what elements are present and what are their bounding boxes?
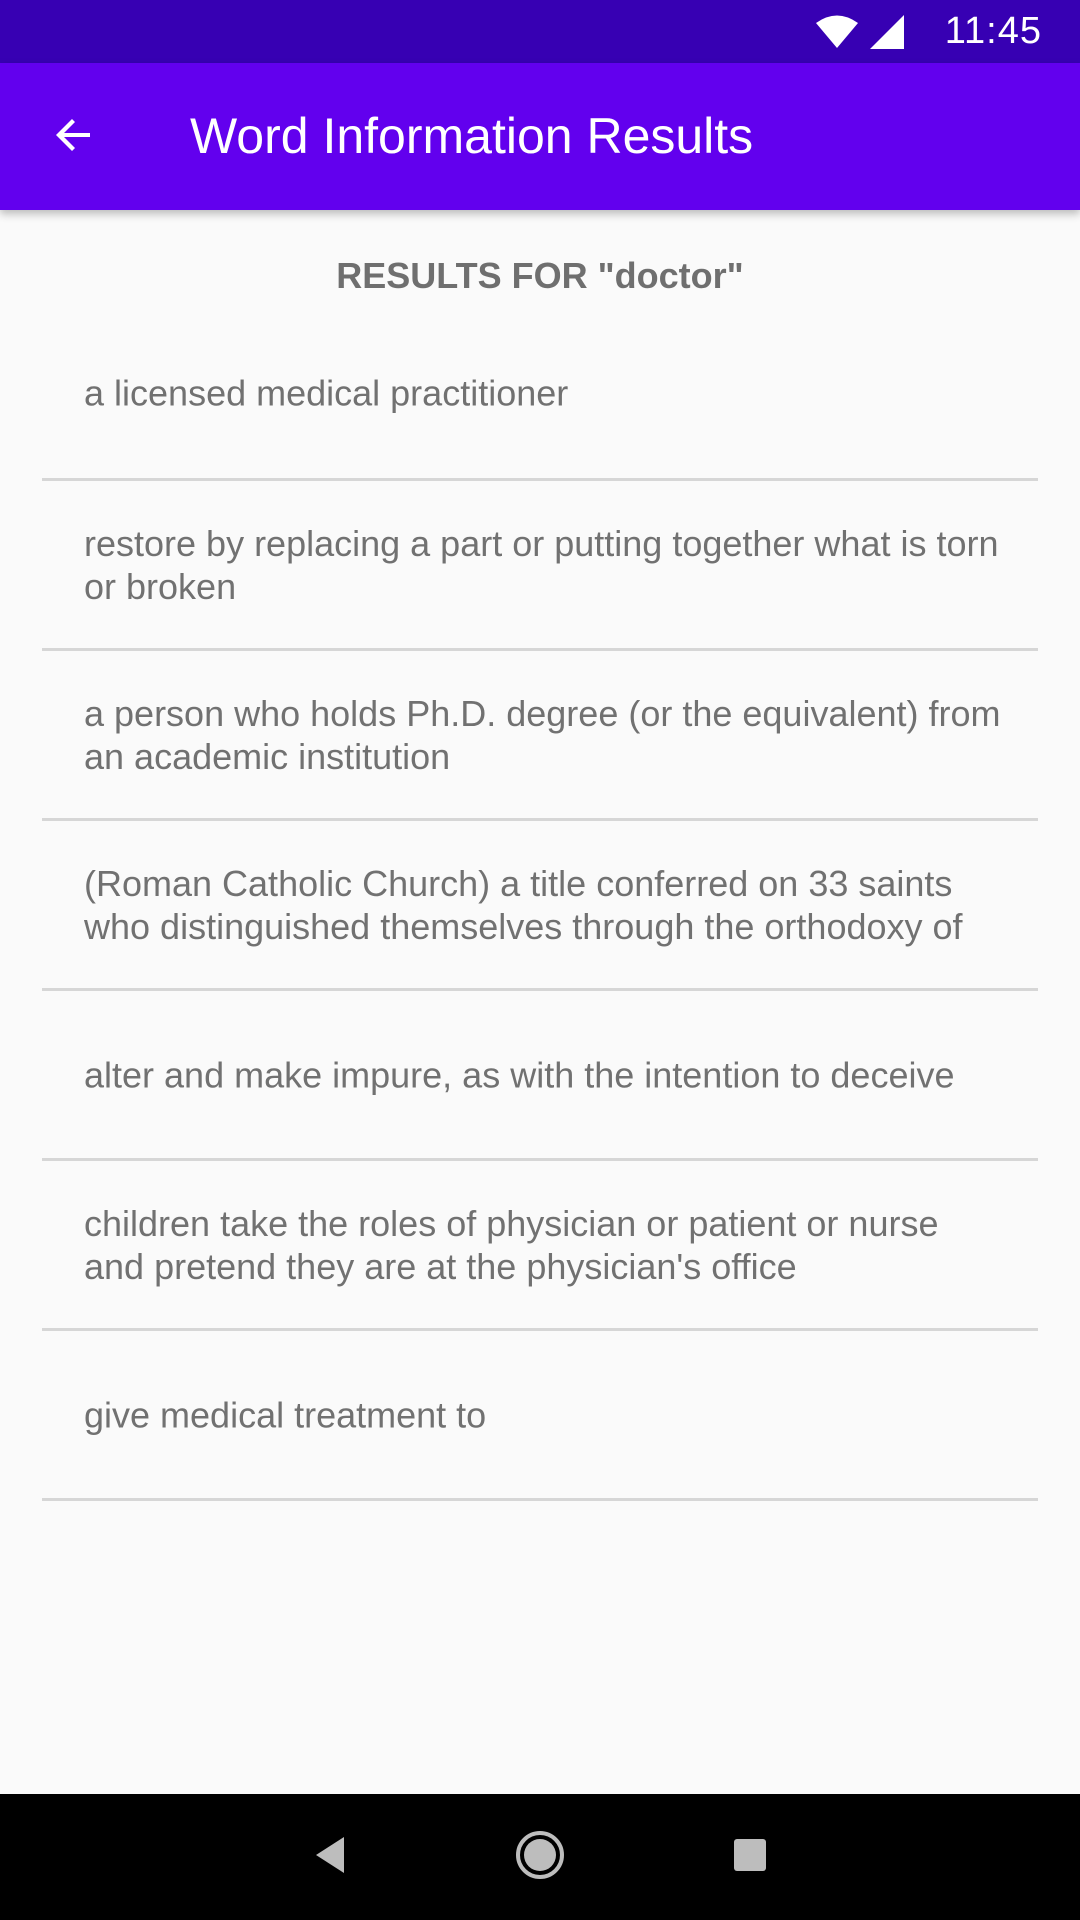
app-bar: Word Information Results <box>0 63 1080 210</box>
page-title: Word Information Results <box>190 108 754 164</box>
status-icons: 11:45 <box>815 0 1042 63</box>
list-item[interactable]: children take the roles of physician or … <box>42 1161 1038 1331</box>
list-item[interactable]: alter and make impure, as with the inten… <box>42 991 1038 1161</box>
signal-icon <box>869 14 905 50</box>
list-item[interactable]: give medical treatment to <box>42 1331 1038 1501</box>
back-button[interactable] <box>26 94 122 180</box>
definition-text: (Roman Catholic Church) a title conferre… <box>84 862 963 947</box>
nav-recents-button[interactable] <box>690 1794 810 1920</box>
definition-text: a person who holds Ph.D. degree (or the … <box>84 692 1001 777</box>
definition-text: give medical treatment to <box>84 1394 487 1435</box>
definition-text: children take the roles of physician or … <box>84 1202 939 1287</box>
list-item[interactable]: (Roman Catholic Church) a title conferre… <box>42 821 1038 991</box>
results-heading: RESULTS FOR "doctor" <box>336 255 744 296</box>
arrow-back-icon <box>50 111 98 164</box>
definition-text: restore by replacing a part or putting t… <box>84 522 999 607</box>
nav-recents-icon <box>732 1837 768 1878</box>
list-item[interactable]: a licensed medical practitioner <box>42 320 1038 481</box>
list-item[interactable]: a person who holds Ph.D. degree (or the … <box>42 651 1038 821</box>
wifi-icon <box>815 14 859 50</box>
status-clock: 11:45 <box>944 10 1042 52</box>
screen: 11:45 Word Information Results RESULTS F… <box>0 0 1080 1920</box>
nav-home-icon <box>514 1829 566 1886</box>
content[interactable]: RESULTS FOR "doctor" a licensed medical … <box>0 210 1080 1794</box>
definition-text: a licensed medical practitioner <box>84 372 569 414</box>
navigation-bar <box>0 1794 1080 1920</box>
list-item[interactable]: restore by replacing a part or putting t… <box>42 481 1038 651</box>
nav-home-button[interactable] <box>480 1794 600 1920</box>
nav-back-button[interactable] <box>270 1794 390 1920</box>
results-list[interactable]: a licensed medical practitioner restore … <box>42 320 1038 1501</box>
definition-text: alter and make impure, as with the inten… <box>84 1054 955 1095</box>
nav-back-icon <box>312 1835 348 1880</box>
status-bar: 11:45 <box>0 0 1080 63</box>
